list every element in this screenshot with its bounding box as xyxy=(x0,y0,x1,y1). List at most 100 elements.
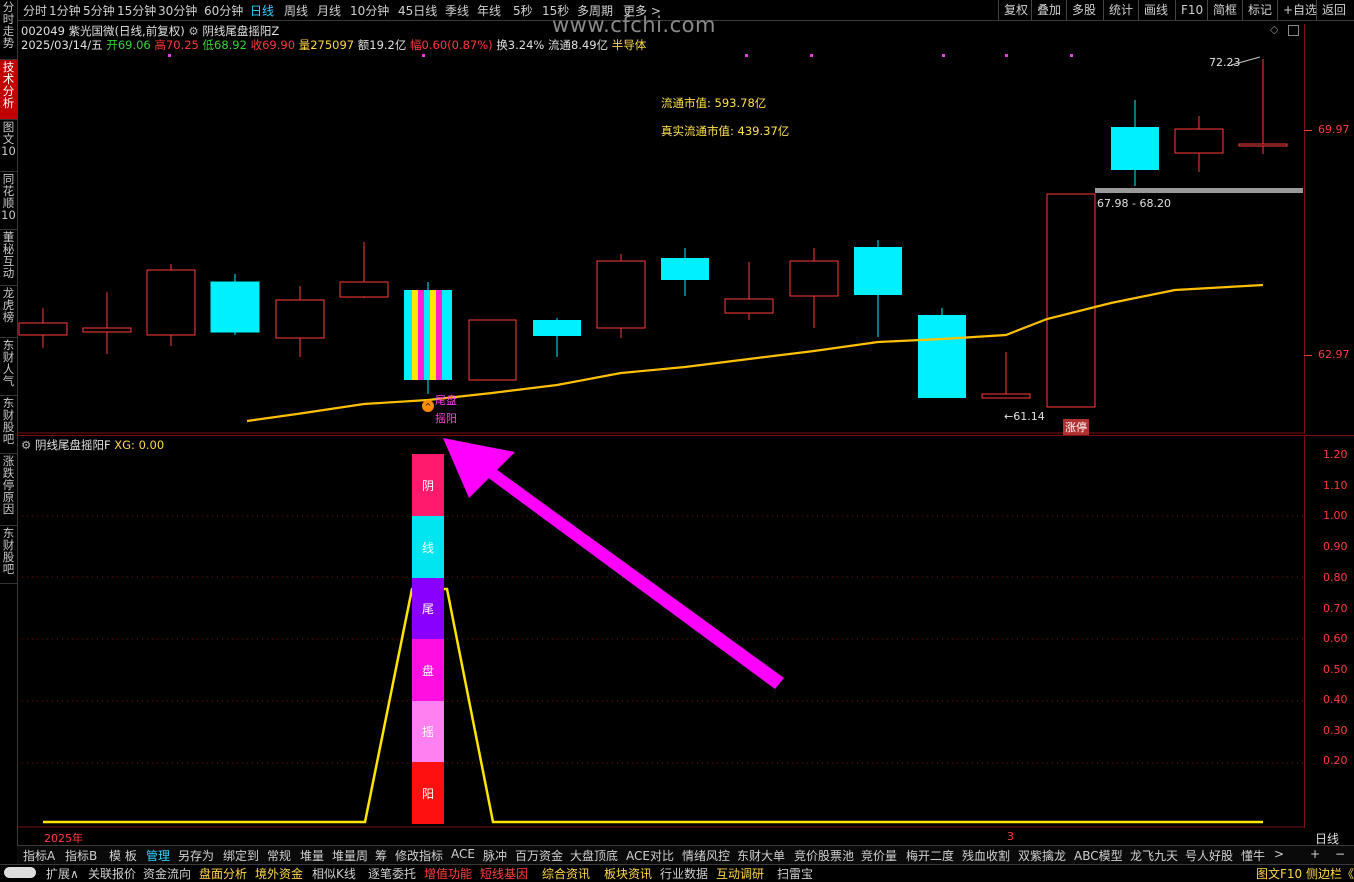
tab-intraday-trend[interactable]: 分时走势 xyxy=(0,0,17,60)
period-5min[interactable]: 5分钟 xyxy=(83,2,115,19)
expand-button[interactable]: 扩展∧ xyxy=(46,865,79,882)
tab-sentiment-risk[interactable]: 情绪风控 xyxy=(682,847,730,864)
tab-eastmoney-forum-2[interactable]: 东财股吧 xyxy=(0,526,17,584)
period-5sec[interactable]: 5秒 xyxy=(513,2,533,19)
toggle-switch[interactable] xyxy=(4,867,36,878)
candle xyxy=(854,240,902,337)
period-60min[interactable]: 60分钟 xyxy=(204,2,243,19)
short-term-gene-button[interactable]: 短线基因 xyxy=(480,865,528,882)
sidebar-toggle-button[interactable]: 图文F10 侧边栏《 xyxy=(1256,865,1354,882)
tab-dragon-tiger[interactable]: 龙虎榜 xyxy=(0,286,17,338)
tab-pulse[interactable]: 脉冲 xyxy=(483,847,507,864)
price-tick-mark xyxy=(1304,130,1312,131)
tab-heap-volume[interactable]: 堆量 xyxy=(300,847,324,864)
market-analysis-button[interactable]: 盘面分析 xyxy=(199,865,247,882)
tab-second-bloom[interactable]: 梅开二度 xyxy=(906,847,954,864)
tab-auction-pool[interactable]: 竞价股票池 xyxy=(794,847,854,864)
minesweeper-button[interactable]: 扫雷宝 xyxy=(777,865,813,882)
restore-rights-button[interactable]: 复权 xyxy=(998,0,1033,20)
tab-regular[interactable]: 常规 xyxy=(267,847,291,864)
tab-heap-volume-week[interactable]: 堆量周 xyxy=(332,847,368,864)
sector-value[interactable]: 半导体 xyxy=(612,38,647,52)
tab-ace[interactable]: ACE xyxy=(451,847,475,861)
news-button[interactable]: 综合资讯 xyxy=(542,865,590,882)
price-tick: 69.97 xyxy=(1318,123,1350,136)
period-1min[interactable]: 1分钟 xyxy=(49,2,81,19)
high-price-label: 72.23 xyxy=(1209,56,1241,69)
tab-eastmoney-popularity[interactable]: 东财人气 xyxy=(0,338,17,396)
tab-flying-dragon[interactable]: 龙飞九天 xyxy=(1130,847,1178,864)
tab-ace-compare[interactable]: ACE对比 xyxy=(626,847,674,864)
period-10min[interactable]: 10分钟 xyxy=(350,2,389,19)
indicator-name[interactable]: 阴线尾盘摇阳Z xyxy=(202,24,279,38)
tab-technical-analysis[interactable]: 技术分析 xyxy=(0,60,17,120)
tab-save-as[interactable]: 另存为 xyxy=(178,847,214,864)
tab-purple-dragon[interactable]: 双紫擒龙 xyxy=(1018,847,1066,864)
similar-kline-button[interactable]: 相似K线 xyxy=(312,865,356,882)
tick-orders-button[interactable]: 逐笔委托 xyxy=(368,865,416,882)
zoom-in-button[interactable]: + xyxy=(1310,847,1320,861)
tab-good-stocks[interactable]: 号人好股 xyxy=(1185,847,1233,864)
tab-ths-10[interactable]: 同花顺10 xyxy=(0,172,17,230)
tab-template[interactable]: 模 板 xyxy=(109,847,137,864)
period-30min[interactable]: 30分钟 xyxy=(158,2,197,19)
tab-scroll-right[interactable]: > xyxy=(1274,847,1284,861)
tab-auction-volume[interactable]: 竞价量 xyxy=(861,847,897,864)
tab-market-top-bottom[interactable]: 大盘顶底 xyxy=(570,847,618,864)
tab-limit-reason[interactable]: 涨跌停原因 xyxy=(0,454,17,526)
candle xyxy=(1111,100,1159,186)
tab-indicator-b[interactable]: 指标B xyxy=(65,847,97,864)
tab-dongniu[interactable]: 懂牛 xyxy=(1241,847,1265,864)
stats-button[interactable]: 统计 xyxy=(1103,0,1138,20)
float-value: 流通8.49亿 xyxy=(548,38,609,52)
maximize-icon[interactable] xyxy=(1288,25,1299,36)
limit-up-badge: 涨停 xyxy=(1063,419,1089,435)
period-15min[interactable]: 15分钟 xyxy=(117,2,156,19)
period-45day[interactable]: 45日线 xyxy=(398,2,437,19)
tab-million-funds[interactable]: 百万资金 xyxy=(515,847,563,864)
indicator-settings-icon[interactable]: ⚙ xyxy=(188,24,198,38)
tab-big-orders[interactable]: 东财大单 xyxy=(737,847,785,864)
diamond-icon[interactable]: ◇ xyxy=(1270,23,1278,36)
simple-frame-button[interactable]: 简框 xyxy=(1207,0,1242,20)
tab-eastmoney-forum[interactable]: 东财股吧 xyxy=(0,396,17,454)
linked-quote-button[interactable]: 关联报价 xyxy=(88,865,136,882)
fund-flow-button[interactable]: 资金流向 xyxy=(143,865,191,882)
period-weekly[interactable]: 周线 xyxy=(284,2,308,19)
tab-edit-indicator[interactable]: 修改指标 xyxy=(395,847,443,864)
indicator-tick: 0.40 xyxy=(1323,693,1348,706)
industry-data-button[interactable]: 行业数据 xyxy=(660,865,708,882)
interactive-research-button[interactable]: 互动调研 xyxy=(716,865,764,882)
amount-value: 额19.2亿 xyxy=(357,38,407,52)
marker-dot xyxy=(745,54,748,57)
tab-secretary-interaction[interactable]: 董秘互动 xyxy=(0,230,17,286)
overlay-button[interactable]: 叠加 xyxy=(1031,0,1066,20)
period-monthly[interactable]: 月线 xyxy=(317,2,341,19)
multi-stock-button[interactable]: 多股 xyxy=(1066,0,1101,20)
back-button[interactable]: 返回 xyxy=(1316,0,1351,20)
period-intraday[interactable]: 分时 xyxy=(23,2,47,19)
period-daily[interactable]: 日线 xyxy=(250,2,274,19)
tab-abc-model[interactable]: ABC模型 xyxy=(1074,847,1123,864)
tab-manage[interactable]: 管理 xyxy=(146,847,170,864)
candle xyxy=(275,286,325,357)
foreign-funds-button[interactable]: 境外资金 xyxy=(255,865,303,882)
candle xyxy=(661,248,709,296)
draw-line-button[interactable]: 画线 xyxy=(1138,0,1173,20)
zoom-out-button[interactable]: − xyxy=(1335,847,1345,861)
period-quarter[interactable]: 季线 xyxy=(445,2,469,19)
bar-segment: 摇 xyxy=(412,701,444,762)
sector-news-button[interactable]: 板块资讯 xyxy=(604,865,652,882)
price-tick-mark xyxy=(1304,355,1312,356)
tab-graphic-10[interactable]: 图文10 xyxy=(0,120,17,172)
tab-bind-to[interactable]: 绑定到 xyxy=(223,847,259,864)
low-price-value: 61.14 xyxy=(1013,410,1045,423)
f10-button[interactable]: F10 xyxy=(1175,0,1208,20)
mark-button[interactable]: 标记 xyxy=(1242,0,1277,20)
period-year[interactable]: 年线 xyxy=(477,2,501,19)
tab-indicator-a[interactable]: 指标A xyxy=(23,847,55,864)
value-added-button[interactable]: 增值功能 xyxy=(424,865,472,882)
tab-harvest[interactable]: 残血收割 xyxy=(962,847,1010,864)
close-label: 收 xyxy=(250,38,263,52)
tab-chips[interactable]: 筹 xyxy=(375,847,387,864)
